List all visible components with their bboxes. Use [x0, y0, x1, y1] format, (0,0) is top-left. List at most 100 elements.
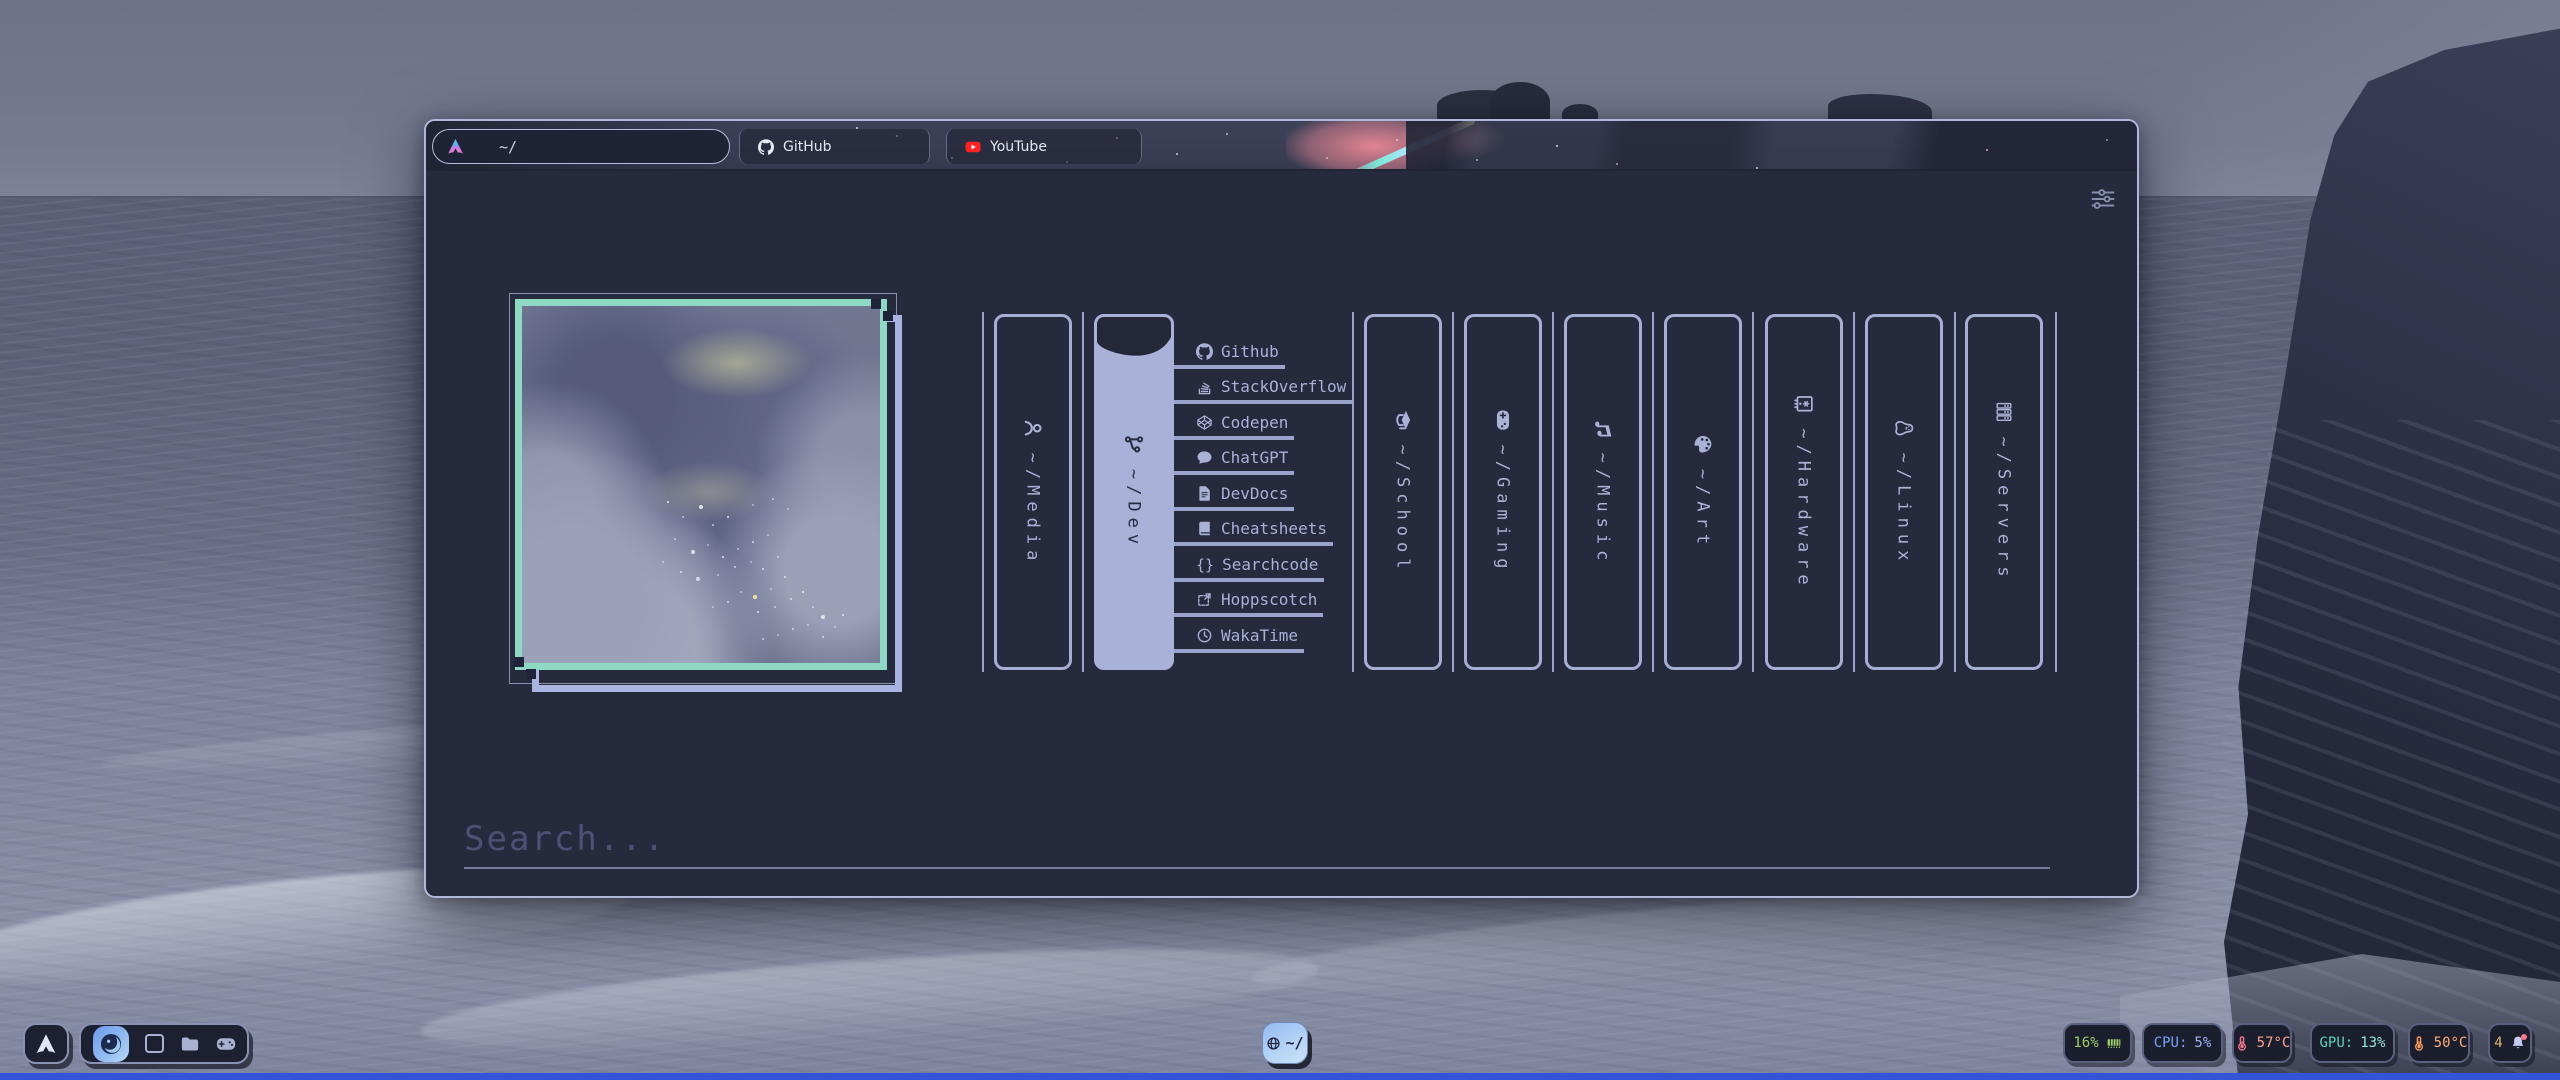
- gamepad-icon: [1493, 410, 1514, 431]
- link-hoppscotch[interactable]: Hoppscotch: [1174, 590, 1323, 617]
- firefox-icon: [99, 1032, 123, 1056]
- book-icon: [1196, 520, 1213, 537]
- book-dev-open[interactable]: ~/Dev: [1094, 314, 1174, 670]
- book-label: ~/Music: [1593, 453, 1613, 567]
- thermometer-icon: [2234, 1035, 2250, 1051]
- book-label: ~/Art: [1693, 469, 1713, 550]
- tray-gpu-temp-widget[interactable]: 50°C: [2408, 1023, 2470, 1063]
- link-wakatime[interactable]: WakaTime: [1174, 626, 1304, 653]
- youtube-favicon: [965, 139, 981, 155]
- active-window-label: ~/: [1285, 1034, 1303, 1052]
- shelf-divider: [1552, 312, 1554, 672]
- music-note-icon: [1593, 418, 1614, 439]
- bell-icon: [2510, 1035, 2526, 1051]
- book-label: ~/Gaming: [1493, 445, 1513, 575]
- link-stackoverflow[interactable]: StackOverflow: [1174, 377, 1352, 404]
- cpu-temp-value: 57°C: [2257, 1035, 2291, 1051]
- link-label: WakaTime: [1221, 626, 1298, 645]
- ram-icon: [2106, 1035, 2122, 1051]
- resize-handle[interactable]: [514, 657, 524, 667]
- folder-icon[interactable]: [180, 1034, 200, 1054]
- browser-window: ~/ GitHub YouTube: [424, 119, 2139, 898]
- globe-icon: [1266, 1036, 1281, 1051]
- book-label: ~/School: [1393, 445, 1413, 575]
- shelf-divider: [1853, 312, 1855, 672]
- link-cheatsheets[interactable]: Cheatsheets: [1174, 519, 1333, 546]
- book-art[interactable]: ~/Art: [1664, 314, 1742, 670]
- launcher-button[interactable]: [23, 1023, 69, 1064]
- album-art-image: [522, 306, 880, 663]
- book-servers[interactable]: ~/Servers: [1965, 314, 2043, 670]
- book-hardware[interactable]: ~/Hardware: [1765, 314, 1843, 670]
- link-codepen[interactable]: Codepen: [1174, 413, 1294, 440]
- memory-value: 16%: [2073, 1035, 2098, 1051]
- gpu-value: 13%: [2360, 1035, 2385, 1051]
- tray-notifications-widget[interactable]: 4: [2488, 1023, 2532, 1063]
- clock-icon: [1196, 627, 1213, 644]
- gpu-temp-value: 50°C: [2434, 1035, 2468, 1051]
- link-label: StackOverflow: [1221, 377, 1346, 396]
- shelf-divider: [1954, 312, 1956, 672]
- firefox-button[interactable]: [93, 1026, 129, 1062]
- active-window-button[interactable]: ~/: [1262, 1022, 1308, 1064]
- circuit-board-icon: [1794, 393, 1815, 414]
- book-label: ~/Dev: [1124, 469, 1144, 550]
- sliders-menu-icon[interactable]: [2090, 187, 2116, 211]
- link-label: Searchcode: [1222, 555, 1318, 574]
- book-label: ~/Hardware: [1794, 428, 1814, 590]
- book-linux[interactable]: ~/Linux: [1865, 314, 1943, 670]
- tab-label: GitHub: [783, 139, 832, 155]
- cpu-label: CPU:: [2154, 1035, 2188, 1051]
- link-label: ChatGPT: [1221, 448, 1288, 467]
- shelf-divider: [982, 312, 984, 672]
- braces-icon: {}: [1196, 556, 1214, 574]
- link-label: Codepen: [1221, 413, 1288, 432]
- book-school[interactable]: ~/School: [1364, 314, 1442, 670]
- server-rack-icon: [1994, 401, 2015, 422]
- link-label: Hoppscotch: [1221, 590, 1317, 609]
- link-github[interactable]: Github: [1174, 342, 1285, 369]
- resize-handle[interactable]: [526, 669, 536, 679]
- search-input[interactable]: [464, 811, 2050, 869]
- resize-handle[interactable]: [883, 311, 893, 321]
- tray-cpu-temp-widget[interactable]: 57°C: [2232, 1023, 2292, 1063]
- tab-github[interactable]: GitHub: [739, 129, 930, 164]
- book-label: ~/Servers: [1994, 436, 2014, 582]
- link-label: Cheatsheets: [1221, 519, 1327, 538]
- shelf-divider: [1082, 312, 1084, 672]
- thermometer-icon: [2411, 1035, 2427, 1051]
- link-devdocs[interactable]: DevDocs: [1174, 484, 1294, 511]
- book-label: ~/Media: [1023, 453, 1043, 567]
- tray-gpu-widget[interactable]: GPU: 13%: [2310, 1023, 2395, 1063]
- shelf-divider: [1652, 312, 1654, 672]
- taskbar-dock: [79, 1023, 249, 1064]
- tray-memory-widget[interactable]: 16%: [2063, 1023, 2132, 1063]
- book-label: ~/Linux: [1894, 453, 1914, 567]
- tray-cpu-widget[interactable]: CPU: 5%: [2142, 1023, 2223, 1063]
- book-media[interactable]: ~/Media: [994, 314, 1072, 670]
- tab-youtube[interactable]: YouTube: [946, 129, 1142, 164]
- arch-logo-icon: [447, 138, 464, 155]
- palette-icon: [1693, 434, 1714, 455]
- shelf-divider: [1752, 312, 1754, 672]
- shelf-divider: [1352, 312, 1354, 672]
- codepen-icon: [1196, 414, 1213, 431]
- book-music[interactable]: ~/Music: [1564, 314, 1642, 670]
- window-icon[interactable]: [145, 1034, 164, 1053]
- address-bar[interactable]: ~/: [432, 129, 730, 164]
- resize-handle[interactable]: [871, 299, 881, 309]
- wallpaper-rock-island: [1490, 82, 1550, 122]
- hoppscotch-icon: [1196, 591, 1213, 608]
- link-label: DevDocs: [1221, 484, 1288, 503]
- github-icon: [1196, 343, 1213, 360]
- link-chatgpt[interactable]: ChatGPT: [1174, 448, 1294, 475]
- shelf-divider: [1452, 312, 1454, 672]
- book-gaming[interactable]: ~/Gaming: [1464, 314, 1542, 670]
- album-art-stars: [642, 476, 644, 478]
- stackoverflow-icon: [1196, 378, 1213, 395]
- gamepad-icon[interactable]: [216, 1034, 236, 1054]
- arch-logo-icon: [35, 1033, 57, 1055]
- link-searchcode[interactable]: {} Searchcode: [1174, 555, 1324, 582]
- shelf-divider: [2055, 312, 2057, 672]
- notification-count: 4: [2494, 1035, 2502, 1051]
